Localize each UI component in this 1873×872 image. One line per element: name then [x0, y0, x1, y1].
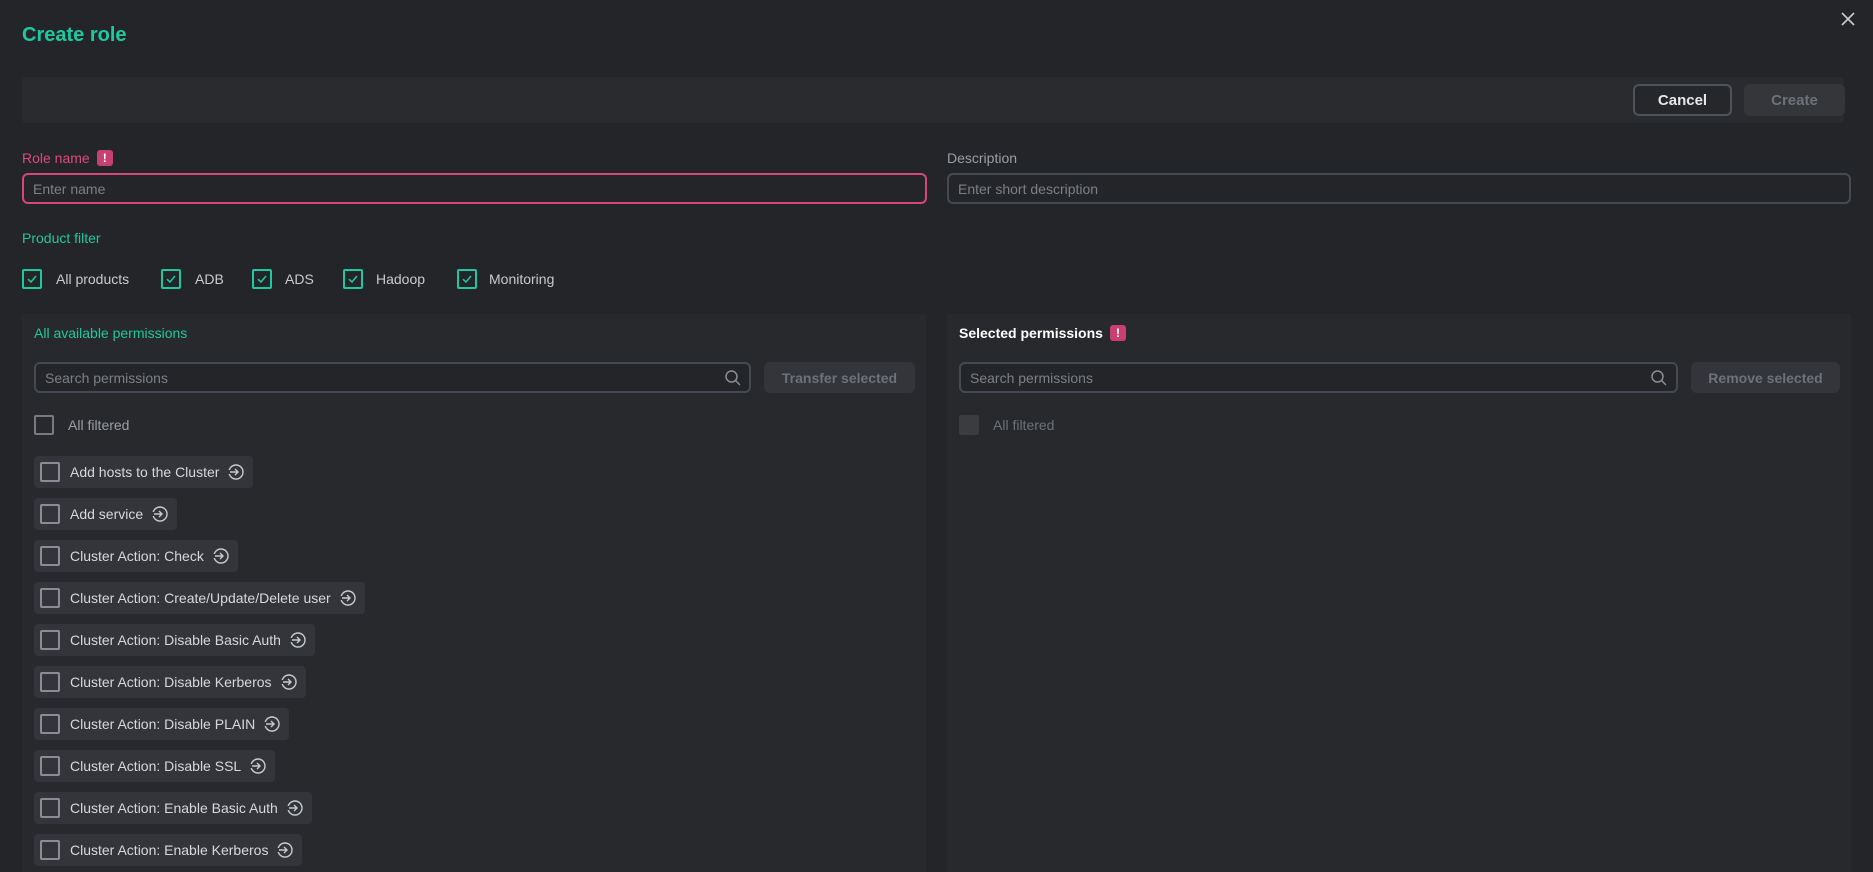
- close-icon[interactable]: [1837, 8, 1859, 30]
- selected-all-filtered-checkbox: [959, 415, 979, 435]
- list-item[interactable]: Cluster Action: Disable Kerberos: [34, 666, 306, 698]
- hadoop-label: Hadoop: [376, 271, 426, 287]
- remove-selected-button[interactable]: Remove selected: [1691, 362, 1840, 393]
- permission-checkbox[interactable]: [40, 588, 60, 608]
- check-icon: [348, 275, 358, 284]
- create-button[interactable]: Create: [1744, 84, 1845, 116]
- available-permissions-title: All available permissions: [34, 325, 188, 341]
- all-filtered-label: All filtered: [68, 417, 130, 433]
- list-item[interactable]: Cluster Action: Disable SSL: [34, 750, 276, 782]
- permission-checkbox[interactable]: [40, 630, 60, 650]
- required-badge: !: [96, 150, 113, 166]
- permission-label: Cluster Action: Check: [70, 548, 204, 564]
- all-products-checkbox[interactable]: [22, 269, 42, 289]
- monitoring-checkbox[interactable]: [457, 269, 477, 289]
- transfer-selected-button[interactable]: Transfer selected: [764, 362, 915, 393]
- adb-checkbox[interactable]: [161, 269, 181, 289]
- list-item[interactable]: Cluster Action: Disable PLAIN: [34, 708, 290, 740]
- list-item[interactable]: Cluster Action: Enable Kerberos: [34, 834, 303, 866]
- list-item[interactable]: Add service: [34, 498, 178, 530]
- list-item[interactable]: Cluster Action: Disable Basic Auth: [34, 624, 315, 656]
- selected-all-filtered-label: All filtered: [993, 417, 1055, 433]
- selected-permissions-panel: [947, 314, 1851, 872]
- permission-checkbox[interactable]: [40, 546, 60, 566]
- transfer-arrow-icon[interactable]: [227, 463, 245, 481]
- list-item[interactable]: Cluster Action: Enable Basic Auth: [34, 792, 312, 824]
- transfer-arrow-icon[interactable]: [151, 505, 169, 523]
- permission-checkbox[interactable]: [40, 798, 60, 818]
- permission-checkbox[interactable]: [40, 462, 60, 482]
- transfer-arrow-icon[interactable]: [285, 799, 304, 817]
- product-filter-label: Product filter: [22, 230, 101, 246]
- list-item[interactable]: Cluster Action: Check: [34, 540, 238, 572]
- description-label: Description: [947, 150, 1018, 166]
- transfer-arrow-icon[interactable]: [279, 673, 298, 691]
- permission-checkbox[interactable]: [40, 714, 60, 734]
- search-icon: [724, 369, 742, 392]
- check-icon: [462, 275, 472, 284]
- transfer-arrow-icon[interactable]: [338, 589, 357, 607]
- selected-permissions-title: Selected permissions!: [959, 325, 1126, 341]
- toolbar: [22, 77, 1844, 123]
- transfer-arrow-icon[interactable]: [263, 715, 281, 733]
- role-name-label-text: Role name: [22, 150, 90, 166]
- permission-checkbox[interactable]: [40, 756, 60, 776]
- all-filtered-checkbox[interactable]: [34, 415, 54, 435]
- required-badge: !: [1109, 325, 1126, 341]
- permission-checkbox[interactable]: [40, 504, 60, 524]
- transfer-arrow-icon[interactable]: [249, 757, 267, 775]
- list-item[interactable]: Add hosts to the Cluster: [34, 456, 254, 488]
- permission-label: Cluster Action: Enable Kerberos: [70, 842, 269, 858]
- permission-label: Add hosts to the Cluster: [70, 464, 220, 480]
- selected-permissions-title-text: Selected permissions: [959, 325, 1103, 341]
- permission-label: Cluster Action: Disable Basic Auth: [70, 632, 281, 648]
- adb-label: ADB: [195, 271, 224, 287]
- cancel-button[interactable]: Cancel: [1633, 84, 1732, 116]
- permission-label: Cluster Action: Disable Kerberos: [70, 674, 272, 690]
- all-products-label: All products: [56, 271, 130, 287]
- monitoring-label: Monitoring: [489, 271, 555, 287]
- available-search-input[interactable]: [34, 362, 751, 393]
- search-icon: [1650, 369, 1668, 392]
- page-title: Create role: [22, 24, 127, 46]
- hadoop-checkbox[interactable]: [343, 269, 363, 289]
- permission-checkbox[interactable]: [40, 840, 60, 860]
- check-icon: [257, 275, 267, 284]
- permission-label: Cluster Action: Create/Update/Delete use…: [70, 590, 331, 606]
- ads-checkbox[interactable]: [252, 269, 272, 289]
- transfer-arrow-icon[interactable]: [276, 841, 294, 859]
- transfer-arrow-icon[interactable]: [211, 547, 230, 565]
- permission-label: Add service: [70, 506, 144, 522]
- list-item[interactable]: Cluster Action: Create/Update/Delete use…: [34, 582, 365, 614]
- permission-label: Cluster Action: Enable Basic Auth: [70, 800, 278, 816]
- role-name-label: Role name!: [22, 150, 113, 166]
- check-icon: [27, 275, 37, 284]
- selected-search-input[interactable]: [959, 362, 1678, 393]
- role-name-input[interactable]: [22, 173, 927, 204]
- permission-label: Cluster Action: Disable PLAIN: [70, 716, 256, 732]
- check-icon: [166, 275, 176, 284]
- permission-label: Cluster Action: Disable SSL: [70, 758, 242, 774]
- ads-label: ADS: [285, 271, 314, 287]
- transfer-arrow-icon[interactable]: [288, 631, 307, 649]
- description-input[interactable]: [947, 173, 1851, 204]
- permission-checkbox[interactable]: [40, 672, 60, 692]
